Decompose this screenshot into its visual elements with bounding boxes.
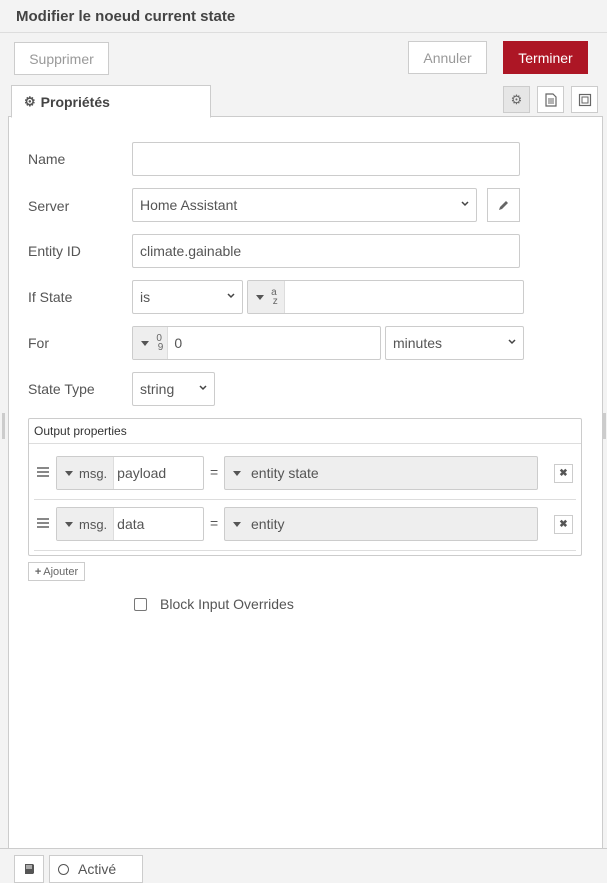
number-type-icon: 0 9 bbox=[155, 333, 164, 353]
dialog-title: Modifier le noeud current state bbox=[16, 8, 236, 25]
appearance-tab-icon-button[interactable] bbox=[571, 86, 598, 113]
output-property-name: data bbox=[117, 516, 145, 532]
server-select[interactable]: Home Assistant bbox=[132, 188, 477, 222]
cancel-button[interactable]: Annuler bbox=[408, 41, 487, 74]
msg-prefix: msg. bbox=[79, 465, 108, 481]
book-icon bbox=[24, 864, 34, 874]
list-item: msg. data = entity ✖ bbox=[34, 501, 576, 551]
caret-down-icon bbox=[65, 470, 73, 476]
done-button[interactable]: Terminer bbox=[503, 41, 588, 74]
chevron-down-icon bbox=[461, 201, 469, 207]
drag-handle-icon[interactable] bbox=[37, 467, 49, 479]
output-value-select[interactable]: entity bbox=[224, 507, 538, 541]
output-value: entity state bbox=[251, 465, 319, 481]
output-property-input[interactable]: msg. data bbox=[56, 507, 204, 541]
type-selector[interactable]: msg. bbox=[57, 457, 115, 489]
output-properties-list: Output properties msg. payload = entity … bbox=[28, 418, 582, 556]
output-property-name: payload bbox=[117, 465, 167, 481]
equals-sign: = bbox=[210, 464, 219, 480]
chevron-down-icon bbox=[508, 339, 516, 345]
gear-icon: ⚙ bbox=[510, 91, 523, 107]
close-icon: ✖ bbox=[559, 468, 568, 479]
delete-row-button[interactable]: ✖ bbox=[554, 464, 573, 483]
gear-icon: ⚙ bbox=[24, 93, 36, 109]
caret-down-icon bbox=[256, 294, 264, 300]
type-selector[interactable]: a z bbox=[248, 281, 285, 313]
for-value: 0 bbox=[174, 335, 183, 351]
document-icon bbox=[544, 92, 557, 107]
server-select-value: Home Assistant bbox=[140, 197, 238, 213]
pencil-icon bbox=[499, 200, 508, 210]
server-label: Server bbox=[28, 198, 70, 214]
state-type-label: State Type bbox=[28, 381, 95, 397]
type-selector[interactable]: msg. bbox=[57, 508, 115, 540]
frame-icon bbox=[578, 93, 591, 106]
if-state-operator-select[interactable]: is bbox=[132, 280, 243, 314]
for-unit-select[interactable]: minutes bbox=[385, 326, 524, 360]
circle-icon bbox=[58, 863, 69, 875]
resize-handle-right[interactable] bbox=[603, 413, 606, 439]
if-state-label: If State bbox=[28, 289, 73, 305]
for-value-input[interactable]: 0 9 0 bbox=[132, 326, 381, 360]
for-unit-value: minutes bbox=[393, 335, 443, 351]
name-input[interactable] bbox=[132, 142, 520, 176]
help-button[interactable] bbox=[14, 855, 44, 883]
delete-row-button[interactable]: ✖ bbox=[554, 515, 573, 534]
settings-tab-icon-button[interactable]: ⚙ bbox=[503, 86, 530, 113]
node-status-label: Activé bbox=[78, 861, 117, 877]
dialog-title-bar: Modifier le noeud current state bbox=[0, 0, 607, 33]
caret-down-icon bbox=[233, 470, 241, 476]
if-state-operator-value: is bbox=[140, 289, 151, 305]
equals-sign: = bbox=[210, 515, 219, 531]
node-status-toggle[interactable]: Activé bbox=[49, 855, 143, 883]
plus-icon: + bbox=[34, 565, 42, 578]
edit-server-button[interactable] bbox=[487, 188, 520, 222]
block-input-overrides-label: Block Input Overrides bbox=[160, 596, 294, 612]
output-properties-title: Output properties bbox=[29, 419, 581, 444]
msg-prefix: msg. bbox=[79, 516, 108, 532]
for-label: For bbox=[28, 335, 49, 351]
tab-properties[interactable]: ⚙ Propriétés bbox=[11, 85, 211, 118]
output-property-input[interactable]: msg. payload bbox=[56, 456, 204, 490]
name-label: Name bbox=[28, 151, 66, 167]
list-item: msg. payload = entity state ✖ bbox=[34, 450, 576, 500]
block-input-overrides-checkbox[interactable] bbox=[134, 598, 147, 611]
string-type-icon: a z bbox=[270, 287, 278, 307]
caret-down-icon bbox=[141, 340, 149, 346]
delete-button[interactable]: Supprimer bbox=[14, 42, 109, 75]
caret-down-icon bbox=[233, 521, 241, 527]
output-value-select[interactable]: entity state bbox=[224, 456, 538, 490]
state-type-value: string bbox=[140, 381, 175, 397]
description-tab-icon-button[interactable] bbox=[537, 86, 564, 113]
chevron-down-icon bbox=[199, 385, 207, 391]
entity-id-input[interactable]: climate.gainable bbox=[132, 234, 520, 268]
add-property-button[interactable]: + Ajouter bbox=[28, 562, 85, 581]
caret-down-icon bbox=[65, 521, 73, 527]
add-property-label: Ajouter bbox=[43, 565, 79, 578]
close-icon: ✖ bbox=[559, 519, 568, 530]
chevron-down-icon bbox=[227, 293, 235, 299]
entity-id-label: Entity ID bbox=[28, 243, 81, 259]
if-state-value-input[interactable]: a z bbox=[247, 280, 524, 314]
state-type-select[interactable]: string bbox=[132, 372, 215, 406]
output-value: entity bbox=[251, 516, 285, 532]
type-selector[interactable]: 0 9 bbox=[133, 327, 169, 359]
tab-properties-label: Propriétés bbox=[40, 93, 110, 110]
resize-handle-left[interactable] bbox=[2, 413, 5, 439]
drag-handle-icon[interactable] bbox=[37, 518, 49, 530]
